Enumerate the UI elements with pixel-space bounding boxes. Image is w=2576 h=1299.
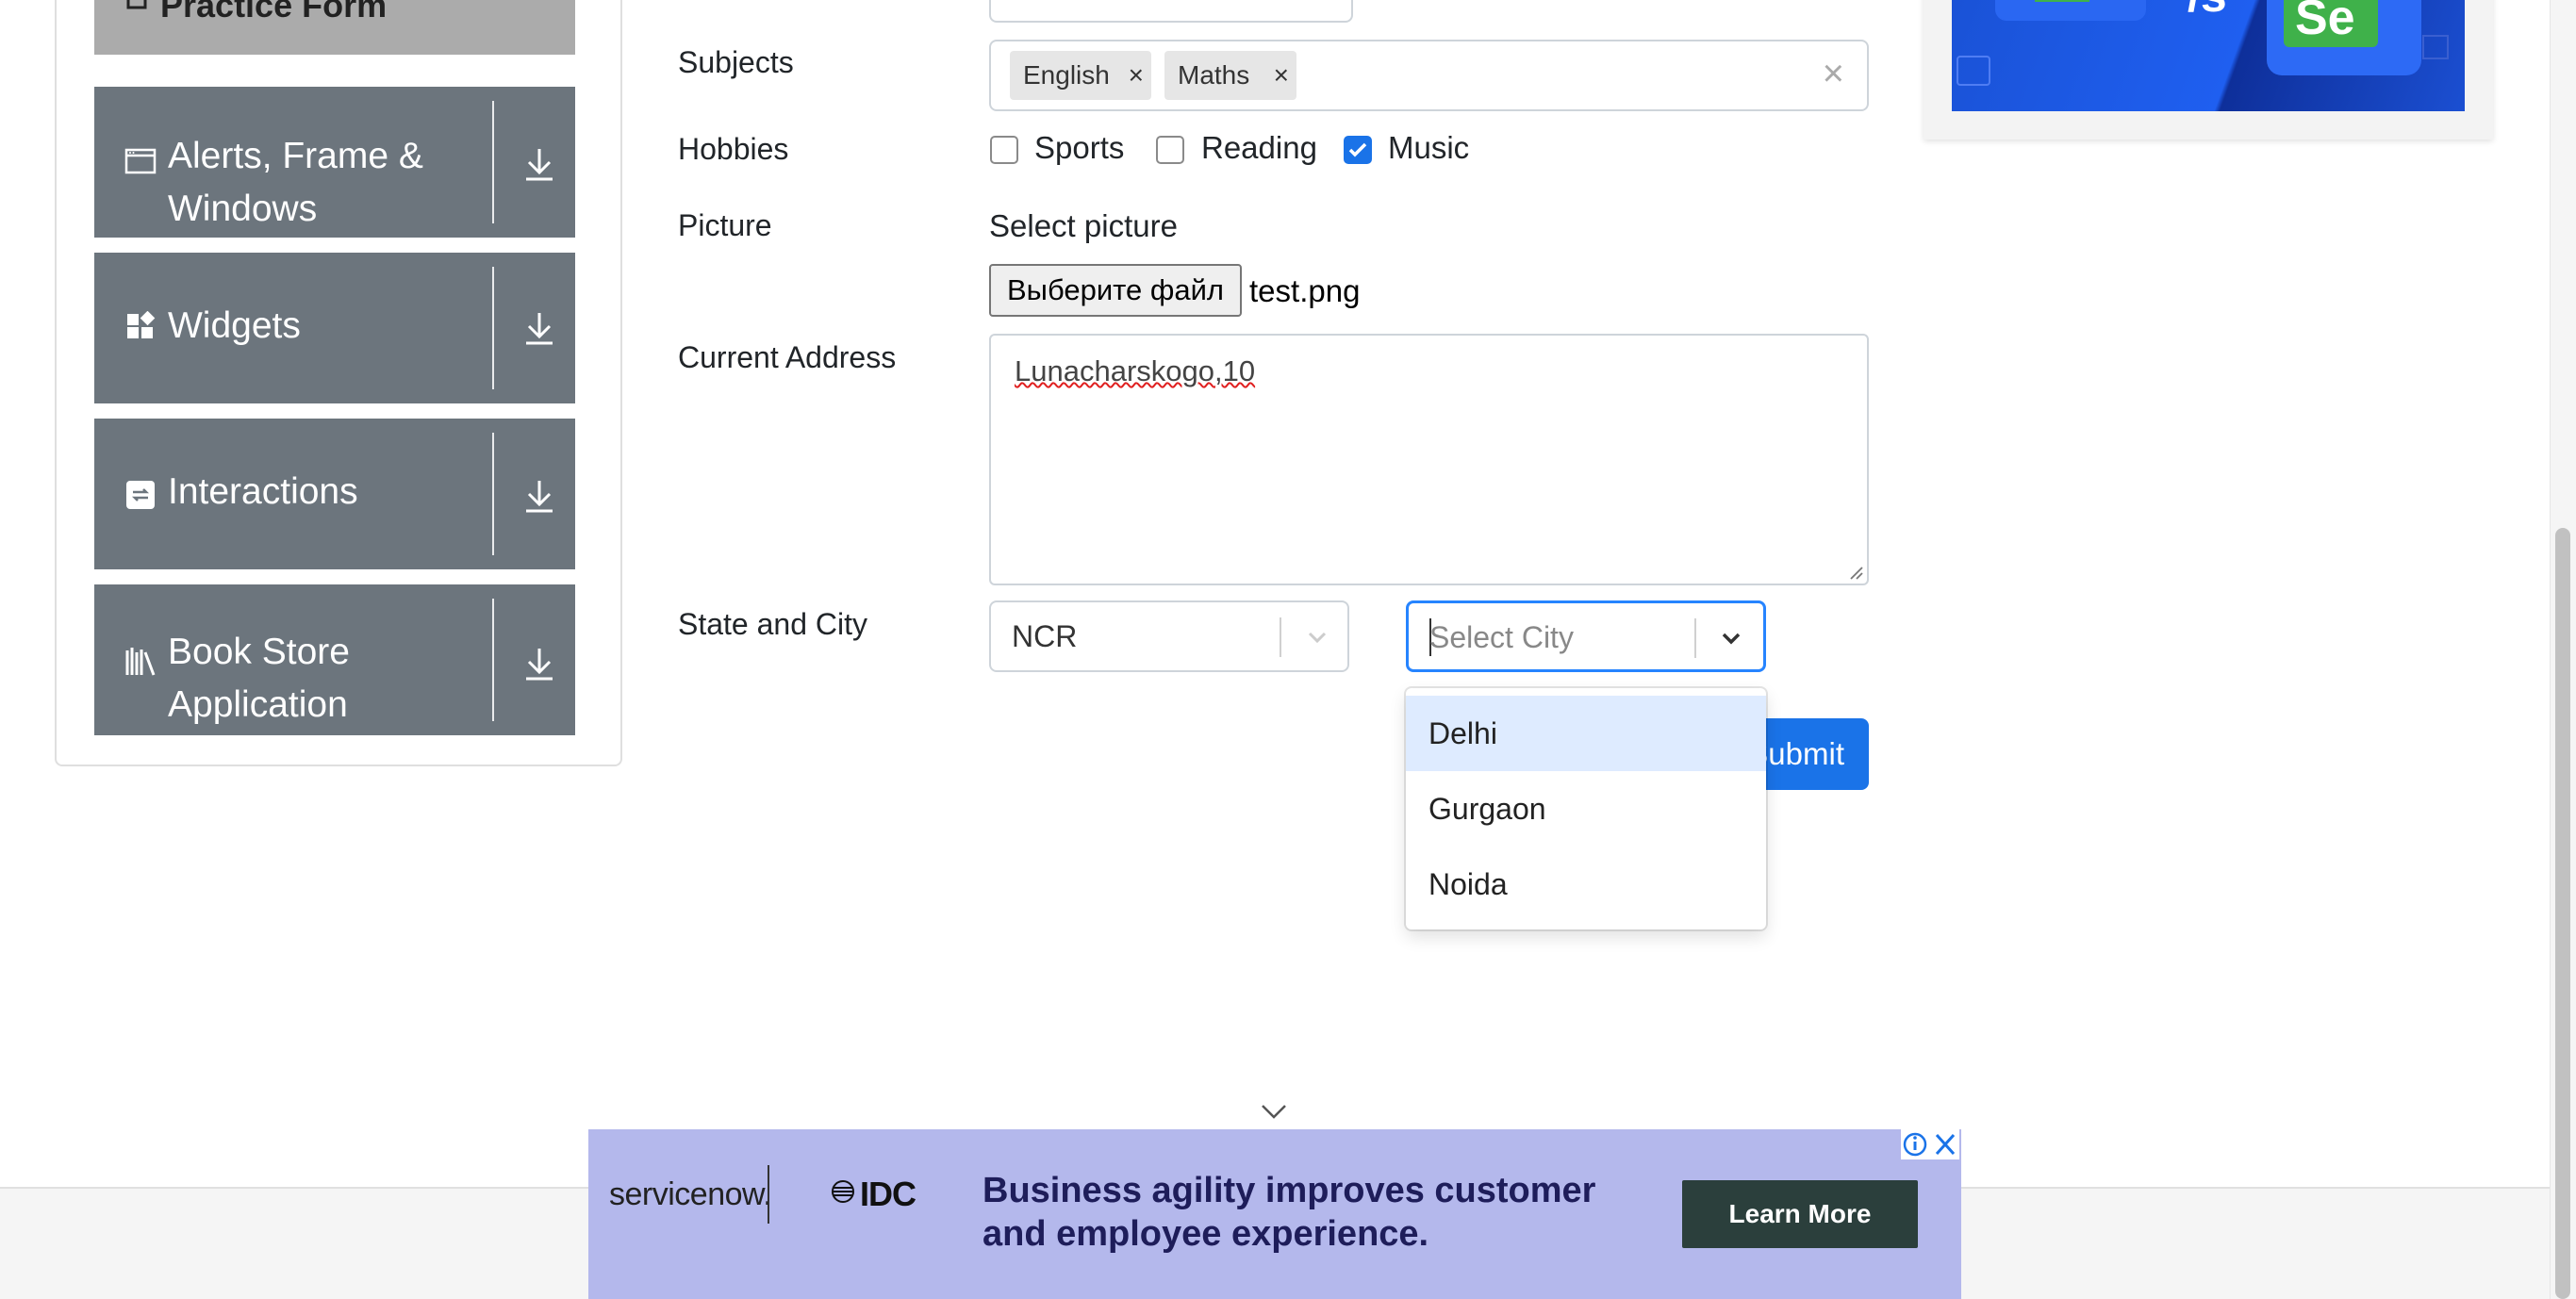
divider [492, 599, 494, 721]
select-divider [1694, 618, 1696, 658]
subject-chip: English × [1010, 51, 1151, 100]
interactions-icon [126, 481, 155, 509]
download-icon[interactable] [520, 475, 558, 517]
ad-controls [1901, 1129, 1959, 1159]
select-divider [1280, 617, 1281, 657]
current-address-textarea[interactable]: Lunacharskogo,10 [989, 334, 1869, 585]
divider [492, 433, 494, 555]
sidebar-group-alerts[interactable]: Alerts, Frame & Windows [94, 87, 575, 238]
file-name: test.png [1249, 273, 1361, 308]
sports-label[interactable]: Sports [1034, 130, 1124, 166]
address-value: Lunacharskogo,10 [1015, 354, 1256, 387]
ad-divider [768, 1165, 769, 1224]
subjects-input[interactable]: English × Maths × × [989, 40, 1869, 111]
music-checkbox[interactable] [1344, 136, 1372, 164]
svg-text:/s: /s [2188, 0, 2227, 22]
chip-remove-icon[interactable]: × [1129, 51, 1144, 100]
sidebar-item-practice-form[interactable]: Practice Form [94, 0, 575, 55]
city-select[interactable]: Select City [1406, 600, 1766, 672]
window-icon [124, 148, 157, 174]
sidebar-group-label: Widgets [168, 305, 301, 346]
reading-checkbox[interactable] [1156, 136, 1184, 164]
sidebar-group-label: Interactions [168, 471, 358, 512]
city-option-delhi[interactable]: Delhi [1406, 696, 1766, 771]
music-label[interactable]: Music [1388, 130, 1469, 166]
sidebar-group-label: Book Store Application [168, 632, 350, 725]
sidebar-group-widgets[interactable]: Widgets [94, 253, 575, 403]
scrollbar-thumb[interactable] [2555, 528, 2570, 1299]
download-icon[interactable] [520, 143, 558, 185]
clear-icon[interactable]: × [1823, 53, 1844, 95]
adchoices-icon[interactable] [1901, 1129, 1959, 1159]
widgets-icon [127, 311, 156, 338]
subject-chip: Maths × [1164, 51, 1296, 100]
svg-text:Se: Se [2295, 0, 2355, 45]
state-city-label: State and City [678, 607, 867, 641]
bookstore-icon [125, 648, 156, 676]
servicenow-logo: servicenow. [609, 1176, 772, 1212]
state-select[interactable]: NCR [989, 600, 1349, 672]
idc-logo: IDC [860, 1175, 916, 1213]
hobbies-label: Hobbies [678, 132, 789, 166]
city-dropdown-menu: Delhi Gurgaon Noida [1406, 688, 1766, 929]
download-icon[interactable] [520, 307, 558, 349]
learn-more-button[interactable]: Learn More [1682, 1180, 1918, 1248]
bottom-ad-banner[interactable]: servicenow. IDC Business agility improve… [588, 1129, 1961, 1299]
chevron-down-icon[interactable] [1716, 624, 1746, 652]
chevron-down-icon[interactable] [1302, 623, 1332, 651]
sidebar-group-interactions[interactable]: Interactions [94, 419, 575, 569]
reading-label[interactable]: Reading [1201, 130, 1317, 166]
divider [492, 267, 494, 389]
check-icon [1348, 142, 1367, 157]
divider [492, 101, 494, 223]
chevron-down-icon[interactable] [1260, 1101, 1288, 1122]
sidebar-item-label: Practice Form [160, 0, 388, 25]
ad-graphic-icon: /s Se [1957, 0, 2449, 86]
sports-checkbox[interactable] [990, 136, 1018, 164]
chip-label: English [1023, 60, 1110, 90]
choose-file-button[interactable]: Выберите файл [989, 264, 1242, 317]
address-label: Current Address [678, 340, 897, 374]
chip-label: Maths [1178, 60, 1250, 90]
download-icon[interactable] [520, 643, 558, 684]
side-ad-image[interactable]: /s Se [1952, 0, 2465, 111]
city-option-gurgaon[interactable]: Gurgaon [1406, 771, 1766, 847]
sidebar-group-label: Alerts, Frame & Windows [168, 136, 423, 229]
city-option-noida[interactable]: Noida [1406, 847, 1766, 922]
picture-label: Picture [678, 208, 772, 242]
sidebar-group-bookstore[interactable]: Book Store Application [94, 584, 575, 735]
chip-remove-icon[interactable]: × [1274, 51, 1289, 100]
city-placeholder: Select City [1429, 620, 1574, 654]
ad-headline: Business agility improves customer and e… [983, 1171, 1596, 1254]
picture-hint: Select picture [989, 208, 1178, 243]
resize-handle-icon[interactable] [1847, 564, 1864, 581]
idc-logo-icon [832, 1180, 854, 1203]
state-value: NCR [1012, 619, 1078, 653]
subjects-label: Subjects [678, 45, 794, 79]
mobile-input[interactable] [989, 0, 1353, 23]
form-icon [126, 0, 147, 9]
